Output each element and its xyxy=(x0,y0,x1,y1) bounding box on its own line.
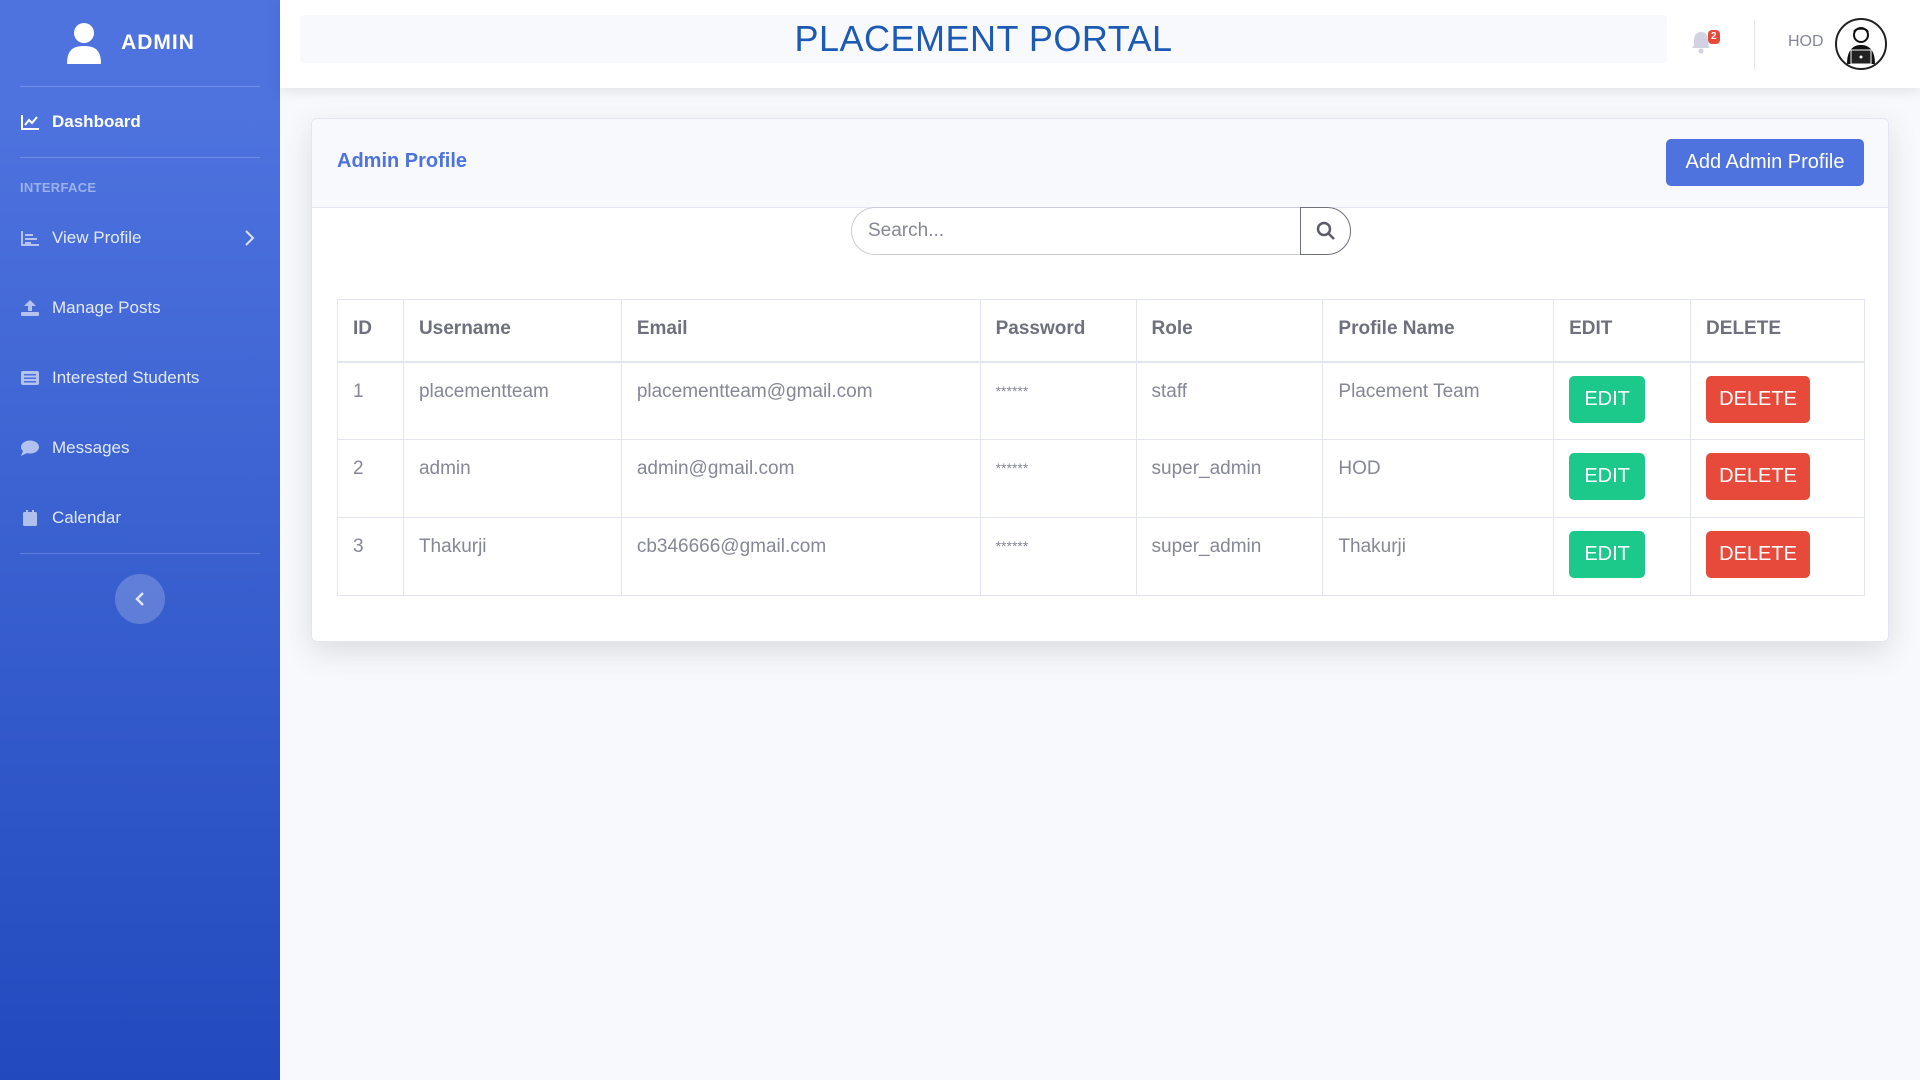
chevron-right-icon xyxy=(245,230,255,246)
column-header: Profile Name xyxy=(1322,299,1555,363)
column-header: EDIT xyxy=(1553,299,1692,363)
topbar-divider xyxy=(1754,20,1755,70)
upload-icon xyxy=(20,299,40,317)
cell-password: ****** xyxy=(979,361,1137,440)
sidebar-item-dashboard[interactable]: Dashboard xyxy=(0,87,280,157)
sidebar-item-label: Messages xyxy=(52,438,130,457)
column-header: Password xyxy=(979,299,1137,363)
search-button[interactable] xyxy=(1300,207,1351,255)
card-title: Admin Profile xyxy=(337,150,468,172)
card-header: Admin Profile Add Admin Profile xyxy=(312,119,1888,208)
cell-delete: DELETE xyxy=(1690,439,1865,518)
sidebar-item-label: Dashboard xyxy=(52,112,141,131)
sidebar-item-label: Calendar xyxy=(52,508,121,527)
table-row: 3 Thakurji cb346666@gmail.com ****** sup… xyxy=(337,517,1865,596)
brand-title: ADMIN xyxy=(121,31,195,54)
sidebar-heading: INTERFACE xyxy=(20,180,97,195)
delete-button[interactable]: DELETE xyxy=(1706,375,1811,423)
delete-button[interactable]: DELETE xyxy=(1706,453,1811,500)
cell-profile-name: HOD xyxy=(1322,439,1555,518)
cell-role: super_admin xyxy=(1135,517,1324,596)
cell-role: super_admin xyxy=(1135,439,1324,518)
avatar[interactable] xyxy=(1835,18,1887,70)
list-icon xyxy=(20,369,40,387)
edit-button[interactable]: EDIT xyxy=(1569,531,1646,578)
admin-profile-card: Admin Profile Add Admin Profile ID Usern… xyxy=(311,118,1889,642)
cell-password: ****** xyxy=(979,517,1137,596)
table-row: 2 admin admin@gmail.com ****** super_adm… xyxy=(337,439,1865,518)
sidebar-item-calendar[interactable]: Calendar xyxy=(0,483,280,553)
sidebar-item-label: View Profile xyxy=(52,228,142,247)
sidebar-item-label: Interested Students xyxy=(52,368,200,387)
search-input[interactable] xyxy=(851,207,1300,255)
add-admin-profile-button[interactable]: Add Admin Profile xyxy=(1666,139,1864,186)
column-header: Username xyxy=(402,299,622,363)
admin-table: ID Username Email Password Role Profile … xyxy=(337,299,1865,596)
table-row: 1 placementteam placementteam@gmail.com … xyxy=(337,361,1865,440)
edit-button[interactable]: EDIT xyxy=(1569,375,1646,423)
cell-email: placementteam@gmail.com xyxy=(620,361,981,440)
chart-line-icon xyxy=(20,113,40,131)
chart-bar-icon xyxy=(20,229,40,247)
sidebar-brand[interactable]: ADMIN xyxy=(0,0,280,86)
edit-button[interactable]: EDIT xyxy=(1569,453,1646,500)
calendar-icon xyxy=(20,509,40,527)
cell-delete: DELETE xyxy=(1690,517,1865,596)
page-title: PLACEMENT PORTAL xyxy=(794,18,1173,59)
user-name[interactable]: HOD xyxy=(1788,33,1824,51)
cell-id: 3 xyxy=(337,517,404,596)
cell-role: staff xyxy=(1135,361,1324,440)
topbar: PLACEMENT PORTAL 2 HOD xyxy=(280,0,1920,88)
comment-icon xyxy=(20,439,40,457)
notification-badge: 2 xyxy=(1708,30,1720,44)
column-header: Email xyxy=(620,299,981,363)
sidebar-divider xyxy=(20,553,260,554)
cell-edit: EDIT xyxy=(1553,361,1692,440)
cell-password: ****** xyxy=(979,439,1137,518)
sidebar-item-interested-students[interactable]: Interested Students xyxy=(0,343,280,413)
cell-profile-name: Thakurji xyxy=(1322,517,1555,596)
sidebar-item-messages[interactable]: Messages xyxy=(0,413,280,483)
cell-username: Thakurji xyxy=(402,517,622,596)
user-icon xyxy=(67,23,102,64)
cell-username: admin xyxy=(402,439,622,518)
cell-edit: EDIT xyxy=(1553,517,1692,596)
cell-edit: EDIT xyxy=(1553,439,1692,518)
column-header: DELETE xyxy=(1690,299,1865,363)
cell-email: cb346666@gmail.com xyxy=(620,517,981,596)
sidebar-item-view-profile[interactable]: View Profile xyxy=(0,203,280,273)
delete-button[interactable]: DELETE xyxy=(1706,531,1811,578)
cell-email: admin@gmail.com xyxy=(620,439,981,518)
column-header: Role xyxy=(1135,299,1324,363)
cell-id: 2 xyxy=(337,439,404,518)
sidebar-item-manage-posts[interactable]: Manage Posts xyxy=(0,273,280,343)
search-icon xyxy=(1316,221,1335,240)
cell-profile-name: Placement Team xyxy=(1322,361,1555,440)
search-bar xyxy=(851,207,1351,255)
sidebar: ADMIN Dashboard INTERFACE View Profile M… xyxy=(0,0,280,1080)
table-header-row: ID Username Email Password Role Profile … xyxy=(337,299,1865,363)
page-title-box: PLACEMENT PORTAL xyxy=(300,15,1667,63)
sidebar-toggle-button[interactable] xyxy=(115,574,165,624)
column-header: ID xyxy=(337,299,404,363)
chevron-left-icon xyxy=(135,592,144,606)
cell-id: 1 xyxy=(337,361,404,440)
cell-delete: DELETE xyxy=(1690,361,1865,440)
cell-username: placementteam xyxy=(402,361,622,440)
sidebar-item-label: Manage Posts xyxy=(52,298,161,317)
